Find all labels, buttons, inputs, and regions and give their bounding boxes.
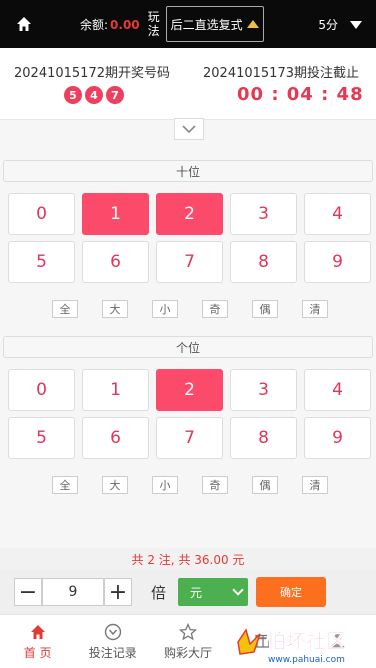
select-big-button[interactable]: 大	[102, 300, 128, 318]
tens-quick-select: 全 大 小 奇 偶 清	[52, 300, 328, 318]
play-method-value: 后二直选复式	[170, 17, 243, 32]
play-label: 玩法	[147, 10, 160, 38]
tens-number-7[interactable]: 7	[156, 241, 223, 283]
last-numbers: 5 4 7	[64, 86, 124, 104]
result-ball: 5	[64, 86, 82, 104]
ones-quick-select: 全 大 小 奇 偶 清	[52, 476, 328, 494]
multiplier-label: 倍	[151, 584, 167, 602]
result-ball: 7	[106, 86, 124, 104]
period-value: 5分	[318, 18, 338, 32]
tens-number-2[interactable]: 2	[156, 193, 223, 235]
select-odd-button[interactable]: 奇	[202, 300, 228, 318]
tens-number-3[interactable]: 3	[230, 193, 297, 235]
select-all-button[interactable]: 全	[52, 476, 78, 494]
tens-number-5[interactable]: 5	[8, 241, 75, 283]
balance-label: 余额:	[80, 17, 109, 32]
tens-number-grid: 0 1 2 3 4 5 6 7 8 9	[8, 193, 371, 283]
caret-down-icon	[350, 20, 362, 29]
select-all-button[interactable]: 全	[52, 300, 78, 318]
ones-number-1[interactable]: 1	[82, 369, 149, 411]
ones-number-5[interactable]: 5	[8, 417, 75, 459]
increase-multiplier-button[interactable]: +	[104, 578, 132, 606]
ones-number-3[interactable]: 3	[230, 369, 297, 411]
star-icon	[179, 622, 197, 640]
bet-summary: 共 2 注, 共 36.00 元	[0, 548, 376, 570]
select-odd-button[interactable]: 奇	[202, 476, 228, 494]
expand-button[interactable]	[174, 118, 204, 140]
clear-button[interactable]: 清	[302, 476, 328, 494]
select-small-button[interactable]: 小	[152, 476, 178, 494]
tens-number-8[interactable]: 8	[230, 241, 297, 283]
watermark-text: 怕坏社区	[266, 629, 346, 653]
play-method-dropdown[interactable]: 后二直选复式	[165, 6, 264, 42]
tab-bet-records[interactable]: 投注记录	[75, 615, 150, 668]
ones-number-4[interactable]: 4	[304, 369, 371, 411]
clear-button[interactable]: 清	[302, 300, 328, 318]
record-icon	[104, 623, 121, 640]
select-even-button[interactable]: 偶	[252, 476, 278, 494]
watermark-url: www.pahuai.com	[268, 655, 345, 665]
bet-bar: − 9 + 倍 元 确定	[0, 570, 376, 614]
last-period-text: 20241015172期开奖号码	[14, 66, 170, 81]
balance-value: 0.00	[110, 17, 140, 32]
home-icon	[17, 17, 31, 31]
top-bar: 余额: 0.00 玩法 后二直选复式 5分	[0, 0, 376, 48]
ones-number-0[interactable]: 0	[8, 369, 75, 411]
countdown: 00 : 04 : 48	[237, 84, 364, 105]
home-icon	[30, 624, 45, 639]
ones-number-7[interactable]: 7	[156, 417, 223, 459]
ones-number-grid: 0 1 2 3 4 5 6 7 8 9	[8, 369, 371, 459]
tens-number-9[interactable]: 9	[304, 241, 371, 283]
ones-number-8[interactable]: 8	[230, 417, 297, 459]
unit-value: 元	[190, 585, 203, 600]
tens-number-6[interactable]: 6	[82, 241, 149, 283]
ones-title: 个位	[3, 336, 373, 358]
tab-label: 购彩大厅	[164, 645, 213, 660]
balance: 余额: 0.00	[80, 16, 140, 33]
tab-home[interactable]: 首 页	[0, 615, 75, 668]
caret-up-icon	[246, 20, 259, 28]
decrease-multiplier-button[interactable]: −	[14, 578, 42, 606]
tens-title: 十位	[3, 160, 373, 182]
home-button[interactable]	[0, 0, 48, 48]
select-even-button[interactable]: 偶	[252, 300, 278, 318]
unit-select[interactable]: 元	[178, 578, 248, 606]
ones-number-6[interactable]: 6	[82, 417, 149, 459]
tens-number-1[interactable]: 1	[82, 193, 149, 235]
tens-number-4[interactable]: 4	[304, 193, 371, 235]
select-small-button[interactable]: 小	[152, 300, 178, 318]
ones-number-9[interactable]: 9	[304, 417, 371, 459]
draw-info: 20241015172期开奖号码 5 4 7 20241015173期投注截止 …	[0, 48, 376, 120]
select-big-button[interactable]: 大	[102, 476, 128, 494]
multiplier-input[interactable]: 9	[42, 578, 104, 606]
result-ball: 4	[85, 86, 103, 104]
tab-label: 首 页	[23, 645, 52, 660]
chevron-down-icon	[182, 125, 196, 134]
tab-lottery-hall[interactable]: 购彩大厅	[150, 615, 225, 668]
ones-number-2[interactable]: 2	[156, 369, 223, 411]
chevron-down-icon	[232, 584, 244, 596]
lottery-page: 余额: 0.00 玩法 后二直选复式 5分 20241015172期开奖号码 5 …	[0, 0, 376, 668]
confirm-button[interactable]: 确定	[256, 577, 326, 607]
period-dropdown[interactable]: 5分	[318, 16, 362, 33]
tens-number-0[interactable]: 0	[8, 193, 75, 235]
site-watermark: 怕坏社区 www.pahuai.com	[237, 628, 346, 665]
current-period-text: 20241015173期投注截止	[203, 66, 359, 81]
tab-label: 投注记录	[88, 645, 137, 660]
